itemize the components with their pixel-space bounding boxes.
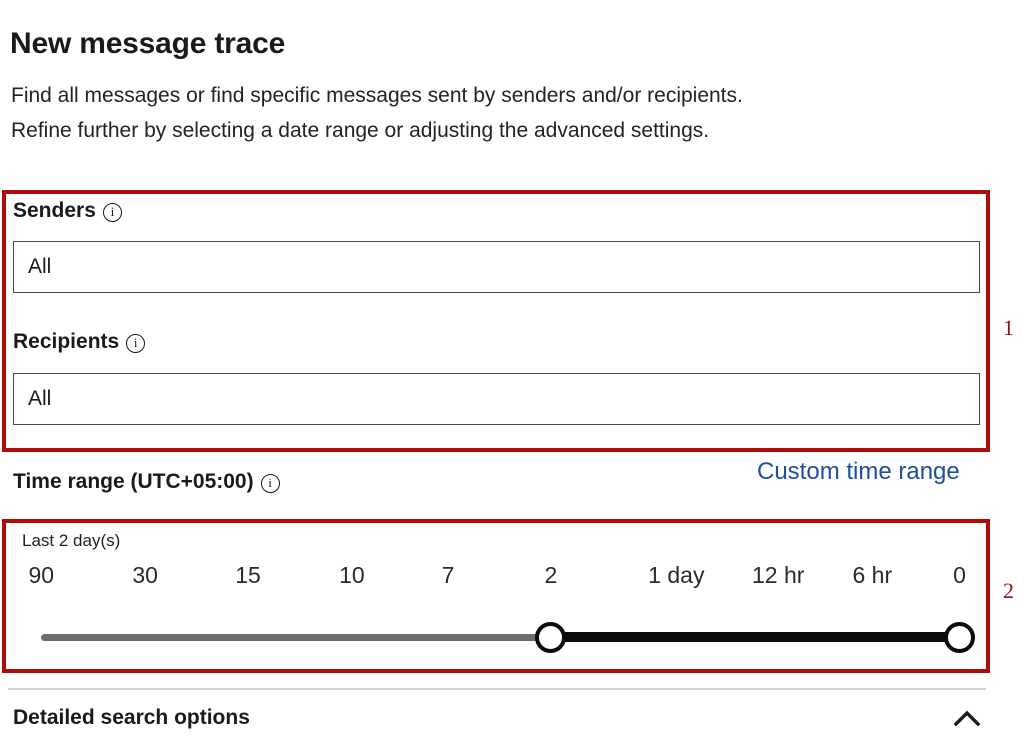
page-description-line-2: Refine further by selecting a date range…: [11, 119, 710, 142]
slider-tick-label: 15: [235, 562, 261, 588]
chevron-up-icon[interactable]: [950, 706, 984, 732]
slider-handle-end[interactable]: [944, 622, 976, 653]
recipients-label-text: Recipients: [13, 330, 120, 353]
custom-time-range-link[interactable]: Custom time range: [757, 458, 960, 486]
info-icon[interactable]: i: [260, 473, 280, 493]
page-title: New message trace: [10, 27, 286, 61]
recipients-input[interactable]: [13, 373, 980, 425]
recipients-label: Recipients i: [13, 330, 146, 354]
slider-tick-label: 2: [544, 562, 558, 588]
slider-tick-label: 1 day: [648, 562, 705, 588]
detailed-search-options-label: Detailed search options: [13, 706, 250, 729]
slider-tick-label: 6 hr: [852, 562, 893, 588]
slider-tick-label: 7: [441, 562, 455, 588]
time-range-slider-panel: Last 2 day(s) 90 30 15 10 7 2 1 day 12 hr 6 hr 0: [6, 523, 986, 669]
slider-handle-start[interactable]: [535, 622, 567, 653]
page-description: Find all messages or find specific messa…: [11, 78, 743, 148]
section-divider: [8, 688, 986, 690]
annotation-number-1: 1: [1003, 315, 1014, 340]
slider-track-active: [550, 632, 960, 642]
slider-track-area[interactable]: [6, 619, 986, 655]
slider-tick-labels: 90 30 15 10 7 2 1 day 12 hr 6 hr 0: [6, 562, 986, 594]
annotation-number-2: 2: [1003, 578, 1014, 603]
slider-tick-label: 12 hr: [752, 562, 805, 588]
time-range-label-text: Time range (UTC+05:00): [13, 470, 254, 493]
slider-tick-label: 0: [953, 562, 966, 588]
slider-track-inactive: [41, 634, 551, 641]
senders-label-text: Senders: [13, 199, 96, 222]
info-icon[interactable]: i: [102, 202, 122, 222]
slider-caption: Last 2 day(s): [22, 531, 121, 550]
slider-tick-label: 90: [28, 562, 55, 588]
time-range-label: Time range (UTC+05:00) i: [13, 470, 280, 494]
senders-label: Senders i: [13, 199, 122, 223]
slider-tick-label: 10: [339, 562, 365, 588]
slider-tick-label: 30: [132, 562, 158, 588]
senders-input[interactable]: [13, 241, 980, 293]
info-icon[interactable]: i: [126, 333, 146, 353]
page-description-line-1: Find all messages or find specific messa…: [11, 84, 743, 107]
